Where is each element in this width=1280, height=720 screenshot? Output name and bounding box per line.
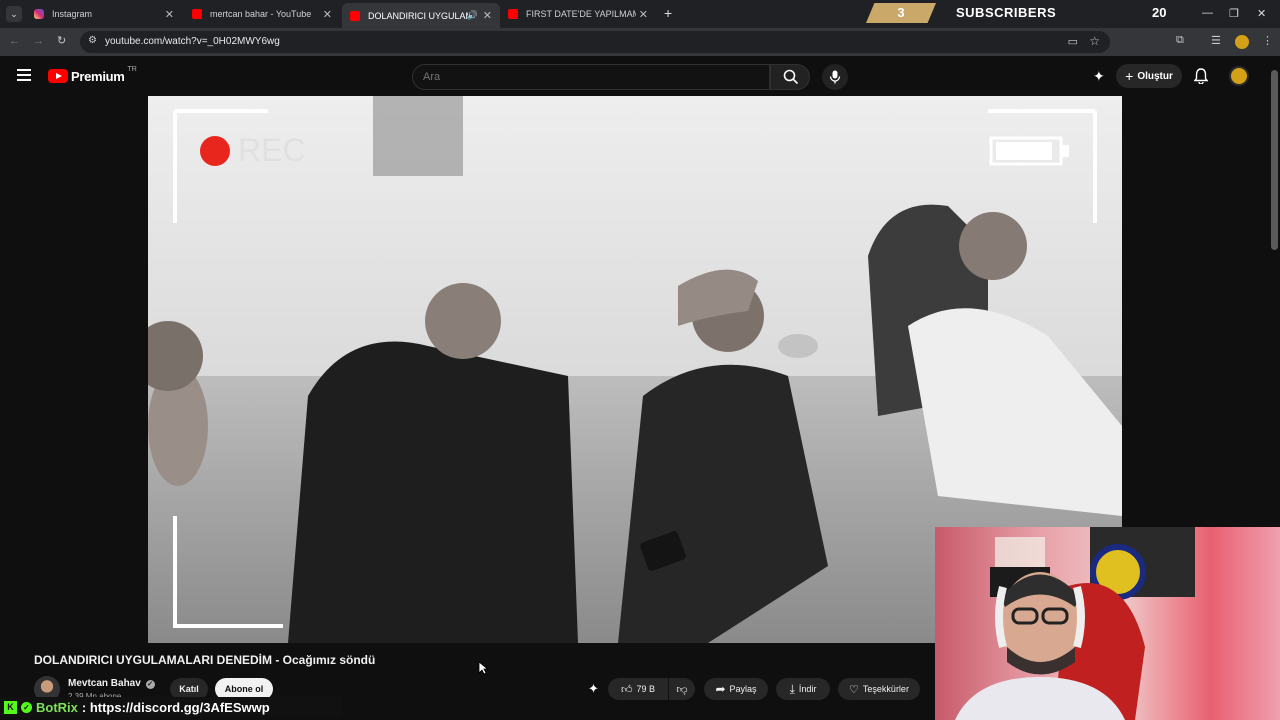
youtube-premium-logo[interactable]: Premium TR xyxy=(48,65,137,84)
search-box[interactable] xyxy=(412,64,770,90)
site-info-icon[interactable]: ⚙ xyxy=(88,35,97,46)
mouse-cursor-icon xyxy=(478,661,488,675)
rec-label: REC xyxy=(238,132,306,168)
restore-icon[interactable]: ❐ xyxy=(1229,7,1239,20)
back-icon[interactable]: ← xyxy=(9,35,20,47)
channel-name[interactable]: Mevtcan Bahav ✓ xyxy=(68,678,155,689)
share-button[interactable]: ➦ Paylaş xyxy=(704,678,768,700)
share-label: Paylaş xyxy=(729,684,757,694)
close-icon[interactable]: ✕ xyxy=(483,9,492,22)
channel-name-text[interactable]: Mevtcan Bahav xyxy=(68,678,141,689)
reload-icon[interactable]: ↻ xyxy=(57,34,66,47)
minimize-icon[interactable]: — xyxy=(1202,7,1213,19)
verified-check-icon: ✓ xyxy=(21,701,32,713)
bot-message: : https://discord.gg/3AfESwwp xyxy=(81,699,270,715)
premium-sparkle-icon[interactable]: ✦ xyxy=(1093,68,1105,85)
address-bar[interactable]: ⚙ youtube.com/watch?v=_0H02MWY6wg ▭ ☆ xyxy=(80,31,1110,53)
youtube-play-icon xyxy=(48,69,68,83)
tab-current-video[interactable]: DOLANDIRICI UYGULAMAL 🔊 ✕ xyxy=(342,3,500,28)
youtube-icon xyxy=(192,9,202,19)
download-button[interactable]: ⤓ İndir xyxy=(776,678,830,700)
bot-name: BotRix xyxy=(36,699,78,715)
kick-logo-icon: K xyxy=(4,700,17,714)
tab-instagram[interactable]: Instagram ✕ xyxy=(26,3,182,25)
close-icon[interactable]: ✕ xyxy=(323,8,332,21)
tab-youtube-channel[interactable]: mertcan bahar - YouTube ✕ xyxy=(184,3,340,25)
streamer-webcam xyxy=(935,527,1280,720)
profile-avatar-icon[interactable] xyxy=(1235,35,1249,49)
browser-toolbar: ← → ↻ ⚙ youtube.com/watch?v=_0H02MWY6wg … xyxy=(0,28,1280,56)
tab-title: mertcan bahar - YouTube xyxy=(210,9,312,19)
thanks-label: Teşekkürler xyxy=(862,684,909,694)
thumbs-up-icon: 👍︎ xyxy=(620,683,633,696)
tab-title: FIRST DATE'DE YAPILMAMASI G xyxy=(526,9,636,19)
verified-check-icon: ✓ xyxy=(145,680,155,689)
tab-title: DOLANDIRICI UYGULAMAL xyxy=(368,10,468,21)
search-input[interactable] xyxy=(423,69,753,85)
subscriber-goal-overlay: 3 SUBSCRIBERS 20 xyxy=(866,3,1194,23)
microphone-icon xyxy=(829,70,841,84)
extensions-icon[interactable]: ⧉ xyxy=(1176,34,1184,47)
download-icon: ⤓ xyxy=(789,681,795,696)
audio-playing-icon[interactable]: 🔊 xyxy=(467,10,478,21)
video-title: DOLANDIRICI UYGULAMALARI DENEDİM - Ocağı… xyxy=(34,653,376,667)
like-button[interactable]: 👍︎ 79 B xyxy=(608,678,668,700)
browser-menu-icon[interactable]: ⋮ xyxy=(1262,34,1273,47)
create-label: Oluştur xyxy=(1137,70,1173,82)
logo-text: Premium xyxy=(71,68,125,84)
search-button[interactable] xyxy=(770,64,810,90)
tab-title: Instagram xyxy=(52,9,93,19)
plus-icon: + xyxy=(1125,68,1134,84)
youtube-header: Premium TR ✦ + Oluştur xyxy=(0,56,1280,96)
tab-first-date[interactable]: FIRST DATE'DE YAPILMAMASI G ✕ xyxy=(500,3,656,25)
youtube-icon xyxy=(350,10,360,21)
account-avatar[interactable] xyxy=(1229,66,1249,86)
new-tab-button[interactable]: + xyxy=(664,5,672,21)
download-label: İndir xyxy=(798,684,817,694)
dislike-button[interactable]: 👎︎ xyxy=(669,678,695,700)
tab-list-dropdown[interactable]: ⌄ xyxy=(6,6,22,22)
search-icon xyxy=(783,69,799,85)
browser-tab-strip: ⌄ Instagram ✕ mertcan bahar - YouTube ✕ … xyxy=(0,0,1280,28)
close-icon[interactable]: ✕ xyxy=(165,8,174,21)
cast-icon[interactable]: ▭ xyxy=(1068,35,1078,48)
thanks-button[interactable]: ♡ Teşekkürler xyxy=(838,678,920,700)
webcam-illustration xyxy=(955,527,1195,720)
page-scrollbar[interactable] xyxy=(1271,70,1278,250)
thumbs-down-icon: 👎︎ xyxy=(676,683,688,696)
url-text[interactable]: youtube.com/watch?v=_0H02MWY6wg xyxy=(105,36,280,47)
subscriber-label: SUBSCRIBERS xyxy=(956,5,1057,20)
subscriber-count-left: 3 xyxy=(866,3,936,23)
bookmark-star-icon[interactable]: ☆ xyxy=(1089,34,1100,48)
reading-list-icon[interactable]: ☰ xyxy=(1211,34,1221,47)
window-close-icon[interactable]: ✕ xyxy=(1257,7,1266,20)
share-arrow-icon: ➦ xyxy=(715,682,726,696)
like-count: 79 B xyxy=(636,684,655,694)
voice-search-button[interactable] xyxy=(822,64,848,90)
hamburger-menu-icon[interactable] xyxy=(17,69,31,81)
create-button[interactable]: + Oluştur xyxy=(1116,64,1182,88)
chat-bot-overlay: K ✓ BotRix : https://discord.gg/3AfESwwp xyxy=(0,697,342,717)
forward-icon[interactable]: → xyxy=(33,35,44,47)
thanks-heart-icon: ♡ xyxy=(849,683,859,696)
subscriber-count-right: 20 xyxy=(1152,5,1167,20)
instagram-icon xyxy=(34,9,44,19)
premium-sparkle-icon[interactable]: ✦ xyxy=(588,681,599,697)
close-icon[interactable]: ✕ xyxy=(639,8,648,21)
youtube-icon xyxy=(508,9,518,19)
logo-region: TR xyxy=(127,65,137,73)
notifications-bell-icon[interactable] xyxy=(1194,68,1208,84)
